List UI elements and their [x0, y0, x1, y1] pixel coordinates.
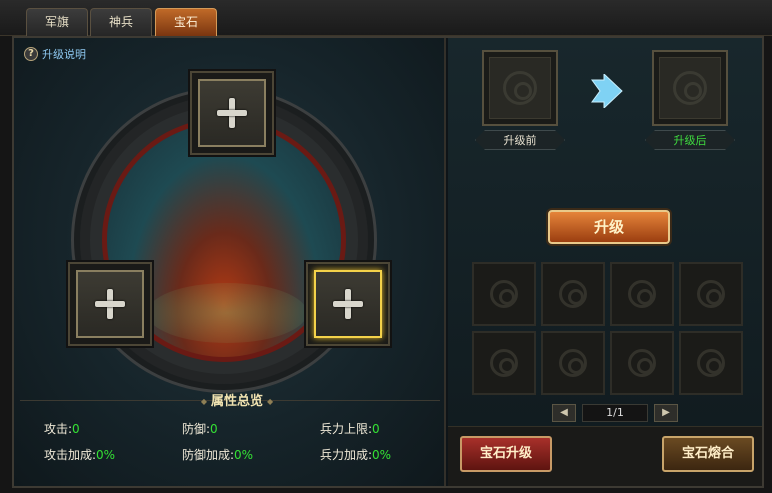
dragon-emblem-icon	[697, 280, 725, 308]
gem-slot-frame	[314, 270, 382, 338]
main-frame: ? 升级说明 属性总览 攻击:0 防御:0 兵力上限:0 攻击加成	[12, 36, 764, 488]
prev-page-button[interactable]: ◀	[552, 404, 576, 422]
inventory-cell[interactable]	[679, 331, 743, 395]
inventory-cell[interactable]	[679, 262, 743, 326]
attr-label: 兵力加成:	[320, 448, 373, 462]
attr-label: 攻击:	[44, 422, 73, 436]
plus-icon	[333, 289, 363, 319]
attr-value: 0%	[96, 448, 116, 462]
attr-label: 防御:	[182, 422, 211, 436]
dragon-emblem-icon	[559, 280, 587, 308]
attr-value: 0%	[234, 448, 254, 462]
upgrade-help-label: 升级说明	[42, 48, 86, 61]
attr-label: 兵力上限:	[320, 422, 373, 436]
gem-slot-right[interactable]	[306, 262, 390, 346]
pagination: ◀ 1/1 ▶	[552, 404, 678, 424]
gem-box-inner	[659, 57, 721, 119]
attr-troop-cap: 兵力上限:0	[320, 420, 380, 437]
after-gem-slot[interactable]	[652, 50, 728, 126]
inventory-cell[interactable]	[610, 331, 674, 395]
gem-slot-frame	[76, 270, 144, 338]
inventory-cell[interactable]	[541, 331, 605, 395]
ring-glow	[147, 283, 307, 343]
plus-icon	[217, 98, 247, 128]
attr-troop-bonus: 兵力加成:0%	[320, 446, 391, 463]
plus-icon	[95, 289, 125, 319]
attributes-title-text: 属性总览	[210, 394, 263, 409]
next-page-button[interactable]: ▶	[654, 404, 678, 422]
tab-divine-weapon[interactable]: 神兵	[90, 8, 152, 36]
attr-value: 0	[372, 422, 380, 436]
dragon-emblem-icon	[559, 349, 587, 377]
dragon-emblem-icon	[628, 280, 656, 308]
gem-socket-panel: ? 升级说明 属性总览 攻击:0 防御:0 兵力上限:0 攻击加成	[14, 38, 446, 486]
attr-label: 防御加成:	[182, 448, 235, 462]
gem-box-inner	[489, 57, 551, 119]
gem-slot-top[interactable]	[190, 71, 274, 155]
attr-value: 0	[210, 422, 218, 436]
attr-attack-bonus: 攻击加成:0%	[44, 446, 115, 463]
attr-defense-bonus: 防御加成:0%	[182, 446, 253, 463]
attr-value: 0%	[372, 448, 392, 462]
dragon-emblem-icon	[697, 349, 725, 377]
attr-attack: 攻击:0	[44, 420, 80, 437]
tab-banner[interactable]: 军旗	[26, 8, 88, 36]
gem-upgrade-button[interactable]: 宝石升级	[460, 436, 552, 472]
attr-label: 攻击加成:	[44, 448, 97, 462]
attr-defense: 防御:0	[182, 420, 218, 437]
attributes-title: 属性总览	[182, 390, 292, 409]
inventory-cell[interactable]	[541, 262, 605, 326]
upgrade-help-link[interactable]: ? 升级说明	[24, 46, 86, 62]
gem-fuse-button[interactable]: 宝石熔合	[662, 436, 754, 472]
dragon-emblem-icon	[490, 280, 518, 308]
upgrade-button[interactable]: 升级	[548, 210, 670, 244]
dragon-emblem-icon	[503, 71, 537, 105]
tab-bar: 军旗 神兵 宝石	[0, 0, 772, 36]
before-gem-slot[interactable]	[482, 50, 558, 126]
upgrade-panel: 升级前 升级后 升级 ◀ 1/1 ▶ 宝石升级 宝石熔合	[448, 38, 762, 486]
after-label: 升级后	[645, 130, 735, 150]
question-icon: ?	[24, 47, 38, 61]
dragon-emblem-icon	[673, 71, 707, 105]
inventory-cell[interactable]	[472, 331, 536, 395]
gem-slot-left[interactable]	[68, 262, 152, 346]
inventory-cell[interactable]	[472, 262, 536, 326]
gem-slot-frame	[198, 79, 266, 147]
dragon-emblem-icon	[628, 349, 656, 377]
arrow-right-icon	[591, 74, 623, 108]
dragon-emblem-icon	[490, 349, 518, 377]
page-indicator: 1/1	[582, 404, 648, 422]
attr-value: 0	[72, 422, 80, 436]
gem-inventory-grid	[472, 262, 748, 398]
tab-gem[interactable]: 宝石	[155, 8, 217, 36]
before-label: 升级前	[475, 130, 565, 150]
inventory-cell[interactable]	[610, 262, 674, 326]
